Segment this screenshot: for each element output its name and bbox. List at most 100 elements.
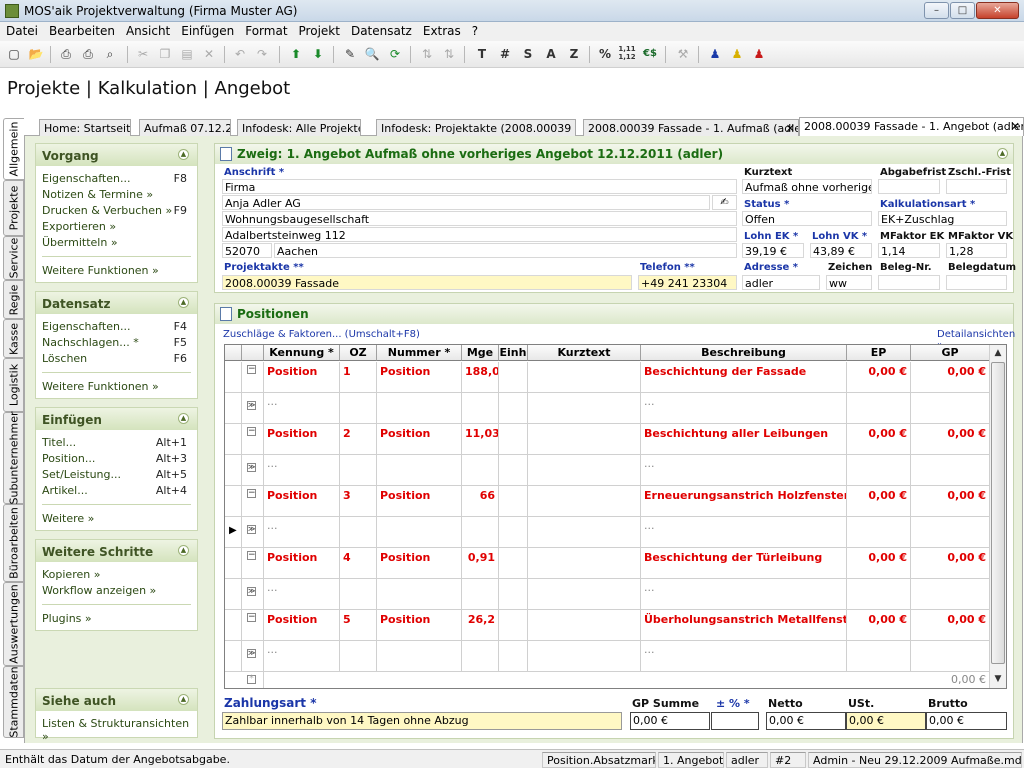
cell-detail[interactable] [911, 393, 990, 424]
anschrift-line-4[interactable]: Adalbertsteinweg 112 [222, 227, 737, 242]
cell-detail[interactable]: ... [264, 517, 340, 548]
collapse-icon[interactable]: ▲ [178, 149, 189, 160]
cell-detail[interactable] [528, 517, 641, 548]
menu-extras[interactable]: Extras [417, 22, 466, 38]
zschl-frist-field[interactable] [946, 179, 1007, 194]
anschrift-line-2[interactable]: Anja Adler AG [222, 195, 710, 210]
z-button[interactable]: Z [565, 45, 583, 63]
add-row-icon[interactable]: * [247, 675, 256, 684]
kurztext-field[interactable]: Aufmaß ohne vorheriges A [742, 179, 872, 194]
gp-summe-field[interactable]: 0,00 € [630, 712, 710, 730]
cell-detail[interactable] [377, 393, 462, 424]
cell-empty[interactable] [499, 610, 528, 641]
status-field[interactable]: Offen [742, 211, 872, 226]
col-gp[interactable]: GP [911, 345, 990, 361]
table-row[interactable]: − Position 4 Position 0,91 Beschichtung der T… [225, 548, 990, 579]
link-plugins[interactable]: Plugins » [42, 612, 92, 625]
menu-projekt[interactable]: Projekt [293, 22, 345, 38]
collapse-row-icon[interactable]: − [247, 551, 256, 560]
mfaktor-vk-field[interactable]: 1,28 [946, 243, 1007, 258]
cell-mge[interactable]: 188,09 [462, 362, 499, 393]
user-blue-icon[interactable]: ♟ [706, 45, 724, 63]
print-preview-icon[interactable]: ⎙ [79, 45, 97, 63]
cell-detail[interactable] [499, 641, 528, 672]
cell-detail[interactable]: ... [264, 455, 340, 486]
tab-home[interactable]: Home: Startseite [39, 119, 131, 136]
text-detail-icon[interactable]: ≫ [247, 649, 256, 658]
scroll-down-icon[interactable]: ▼ [990, 671, 1006, 687]
cell-gp[interactable]: 0,00 € [911, 486, 990, 517]
vtab-service[interactable]: Service [3, 236, 24, 280]
cell-nummer[interactable]: Position [377, 486, 462, 517]
cell-gp[interactable]: 0,00 € [911, 548, 990, 579]
cell-beschreibung[interactable]: Beschichtung der Fassade [641, 362, 847, 393]
cell-detail[interactable] [499, 393, 528, 424]
collapse-icon[interactable]: ▲ [178, 413, 189, 424]
collapse-row-icon[interactable]: − [247, 365, 256, 374]
cell-mge[interactable]: 66 [462, 486, 499, 517]
cell-ep[interactable]: 0,00 € [847, 362, 911, 393]
print-icon[interactable]: ⎙ [57, 45, 75, 63]
cell-detail[interactable] [377, 517, 462, 548]
row-header-cell[interactable] [225, 486, 242, 517]
row-header-cell[interactable] [225, 548, 242, 579]
table-subrow[interactable]: ≫...... [225, 455, 990, 486]
cell-kennung[interactable]: Position [264, 486, 340, 517]
cell-ep[interactable]: 0,00 € [847, 610, 911, 641]
sort-az-icon[interactable]: ⇅ [418, 45, 436, 63]
lohn-vk-field[interactable]: 43,89 € [810, 243, 872, 258]
cell-gp[interactable]: 0,00 € [911, 424, 990, 455]
col-mge[interactable]: Mge [462, 345, 499, 361]
vtab-logistik[interactable]: Logistik [3, 358, 24, 412]
ort-field[interactable]: Aachen [274, 243, 737, 258]
move-up-icon[interactable]: ⬆ [287, 45, 305, 63]
link-notizen[interactable]: Notizen & Termine » [42, 188, 153, 201]
ust-field[interactable]: 0,00 € [846, 712, 926, 730]
col-beschreibung[interactable]: Beschreibung [641, 345, 847, 361]
cell-detail[interactable] [847, 517, 911, 548]
search-doc-icon[interactable]: ⌕ [101, 45, 119, 63]
link-uebermitteln[interactable]: Übermitteln » [42, 236, 118, 249]
menu-datei[interactable]: Datei [0, 22, 43, 38]
cell-nummer[interactable]: Position [377, 610, 462, 641]
cell-mge[interactable]: 26,2 [462, 610, 499, 641]
link-weitere-funktionen[interactable]: Weitere Funktionen » [42, 380, 159, 393]
grid-scrollbar[interactable]: ▲ ▼ [989, 345, 1006, 688]
row-header-cell[interactable] [225, 641, 242, 672]
link-nachschlagen[interactable]: Nachschlagen... * [42, 336, 139, 349]
number-button[interactable]: # [496, 45, 514, 63]
cell-detail[interactable] [377, 579, 462, 610]
table-row[interactable]: − Position 3 Position 66 Erneuerungsanstrich … [225, 486, 990, 517]
cell-detail[interactable]: ... [641, 641, 847, 672]
collapse-icon[interactable]: ▲ [178, 545, 189, 556]
menu-einfuegen[interactable]: Einfügen [175, 22, 239, 38]
vtab-projekte[interactable]: Projekte [3, 180, 24, 236]
sort-za-icon[interactable]: ⇅ [440, 45, 458, 63]
edit-address-icon[interactable]: ✍ [712, 195, 737, 210]
cell-detail[interactable]: ... [641, 455, 847, 486]
cell-detail[interactable] [340, 517, 377, 548]
vtab-bueroarbeiten[interactable]: Büroarbeiten [3, 504, 24, 582]
percent-button[interactable]: % [596, 45, 614, 63]
row-header-cell[interactable] [225, 579, 242, 610]
row-header-cell[interactable]: ▶ [225, 517, 242, 548]
cell-detail[interactable]: ... [264, 393, 340, 424]
cell-detail[interactable] [847, 641, 911, 672]
cell-ep[interactable]: 0,00 € [847, 424, 911, 455]
beleg-nr-field[interactable] [878, 275, 940, 290]
col-kurztext[interactable]: Kurztext [528, 345, 641, 361]
menu-bearbeiten[interactable]: Bearbeiten [43, 22, 120, 38]
delete-icon[interactable]: ✕ [200, 45, 218, 63]
cell-detail[interactable] [377, 455, 462, 486]
cell-detail[interactable] [340, 393, 377, 424]
cell-detail[interactable] [911, 579, 990, 610]
link-eigenschaften[interactable]: Eigenschaften... [42, 320, 130, 333]
table-subrow[interactable]: ▶ ≫...... [225, 517, 990, 548]
cell-oz[interactable]: 2 [340, 424, 377, 455]
cell-empty[interactable] [499, 548, 528, 579]
netto-field[interactable]: 0,00 € [766, 712, 846, 730]
tools-icon[interactable]: ⚒ [674, 45, 692, 63]
close-tab-icon[interactable]: ✕ [786, 122, 795, 135]
cell-detail[interactable] [847, 393, 911, 424]
link-drucken[interactable]: Drucken & Verbuchen » [42, 204, 172, 217]
